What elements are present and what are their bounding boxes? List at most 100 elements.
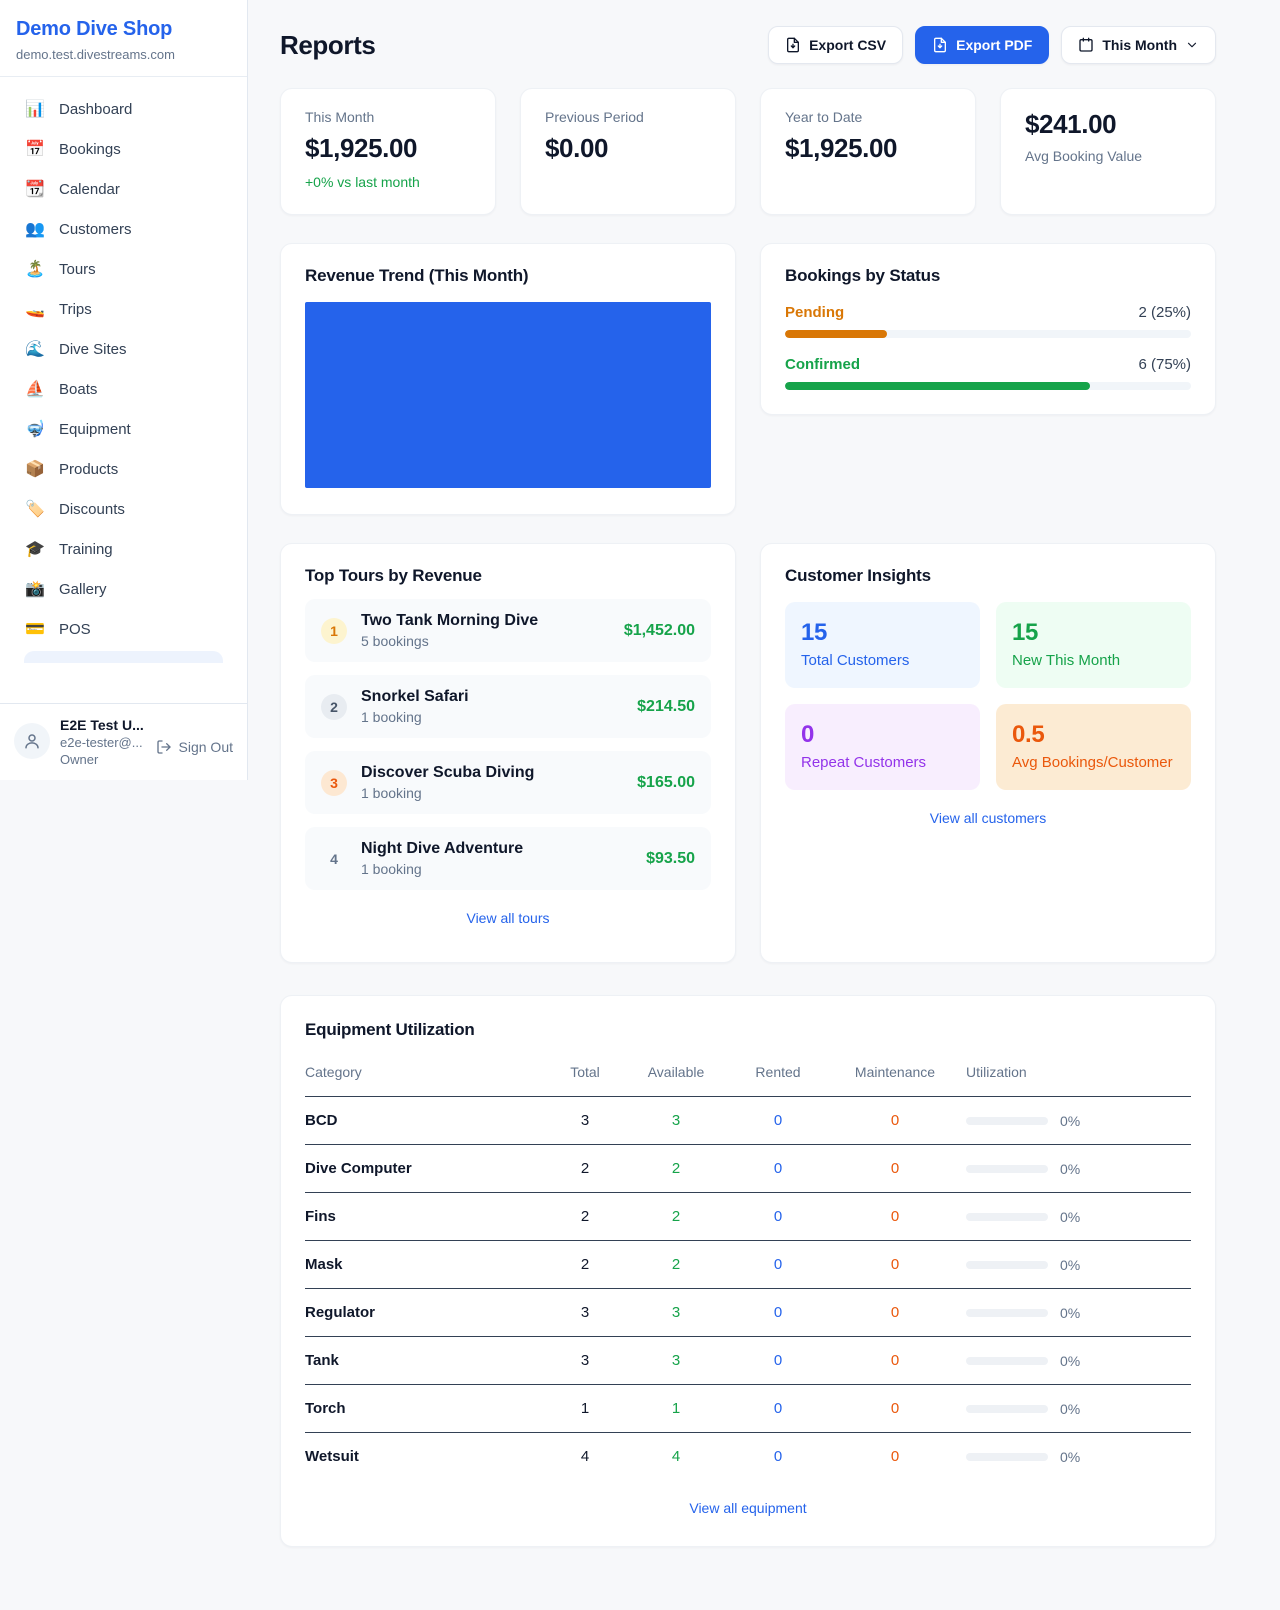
person-icon — [23, 732, 41, 750]
total-cell: 2 — [550, 1241, 620, 1289]
stat-card-this-month: This Month $1,925.00 +0% vs last month — [280, 88, 496, 215]
file-download-icon — [932, 37, 948, 53]
table-row: Regulator 3 3 0 0 0% — [305, 1289, 1191, 1337]
utilization-cell: 0% — [966, 1385, 1191, 1433]
view-all-customers-link[interactable]: View all customers — [785, 810, 1191, 826]
utilization-cell: 0% — [966, 1097, 1191, 1145]
tour-amount: $165.00 — [637, 774, 695, 792]
sidebar-item-equipment[interactable]: 🤿 Equipment — [12, 411, 235, 448]
sidebar-item-label: Bookings — [59, 141, 121, 158]
status-count: 6 (75%) — [1138, 356, 1191, 373]
sidebar-item-dashboard[interactable]: 📊 Dashboard — [12, 91, 235, 128]
lists-row: Top Tours by Revenue 1 Two Tank Morning … — [280, 543, 1216, 963]
users-icon: 👥 — [24, 222, 46, 238]
status-count: 2 (25%) — [1138, 304, 1191, 321]
user-name: E2E Test U... — [60, 717, 146, 733]
top-tours-card: Top Tours by Revenue 1 Two Tank Morning … — [280, 543, 736, 963]
sidebar-item-training[interactable]: 🎓 Training — [12, 531, 235, 568]
column-header: Rented — [732, 1054, 824, 1097]
insight-label: Avg Bookings/Customer — [1012, 754, 1175, 771]
available-cell: 2 — [620, 1145, 732, 1193]
stat-label: This Month — [305, 109, 471, 125]
table-header-row: Category Total Available Rented Maintena… — [305, 1054, 1191, 1097]
tour-amount: $1,452.00 — [624, 622, 695, 640]
charts-row: Revenue Trend (This Month) Bookings by S… — [280, 243, 1216, 515]
insight-tile-new-this-month: 15 New This Month — [996, 602, 1191, 688]
equipment-utilization-card: Equipment Utilization Category Total Ava… — [280, 995, 1216, 1547]
tour-bookings: 1 booking — [361, 785, 534, 801]
insight-label: New This Month — [1012, 652, 1175, 669]
graduation-cap-icon: 🎓 — [24, 542, 46, 558]
available-cell: 3 — [620, 1097, 732, 1145]
sidebar-item-calendar[interactable]: 📆 Calendar — [12, 171, 235, 208]
export-csv-label: Export CSV — [809, 37, 886, 53]
available-cell: 3 — [620, 1337, 732, 1385]
utilization-text: 0% — [1060, 1161, 1080, 1177]
utilization-cell: 0% — [966, 1193, 1191, 1241]
column-header: Available — [620, 1054, 732, 1097]
sidebar-item-active-partial[interactable] — [24, 651, 223, 663]
rented-cell: 0 — [732, 1337, 824, 1385]
sidebar-item-customers[interactable]: 👥 Customers — [12, 211, 235, 248]
export-csv-button[interactable]: Export CSV — [768, 26, 903, 64]
stat-label: Previous Period — [545, 109, 711, 125]
insight-tile-avg-bookings: 0.5 Avg Bookings/Customer — [996, 704, 1191, 790]
progress-track — [785, 382, 1191, 390]
utilization-bar — [966, 1453, 1048, 1461]
sidebar-item-products[interactable]: 📦 Products — [12, 451, 235, 488]
view-all-tours-link[interactable]: View all tours — [305, 910, 711, 926]
user-email: e2e-tester@... — [60, 735, 146, 750]
table-row: Tank 3 3 0 0 0% — [305, 1337, 1191, 1385]
calendar-date-icon: 📅 — [24, 142, 46, 158]
sidebar-item-dive-sites[interactable]: 🌊 Dive Sites — [12, 331, 235, 368]
insight-value: 0 — [801, 721, 964, 749]
bookings-by-status-title: Bookings by Status — [785, 266, 1191, 286]
sidebar-item-label: Tours — [59, 261, 96, 278]
utilization-bar — [966, 1165, 1048, 1173]
maintenance-cell: 0 — [824, 1433, 966, 1481]
sidebar-item-discounts[interactable]: 🏷️ Discounts — [12, 491, 235, 528]
tour-name: Night Dive Adventure — [361, 840, 523, 858]
maintenance-cell: 0 — [824, 1337, 966, 1385]
progress-track — [785, 330, 1191, 338]
rented-cell: 0 — [732, 1145, 824, 1193]
tour-row: 3 Discover Scuba Diving 1 booking $165.0… — [305, 751, 711, 814]
period-dropdown[interactable]: This Month — [1061, 26, 1216, 64]
sidebar-item-label: Discounts — [59, 501, 125, 518]
user-meta: E2E Test U... e2e-tester@... Owner — [60, 717, 146, 767]
status-row-confirmed: Confirmed 6 (75%) — [785, 356, 1191, 390]
sidebar-item-pos[interactable]: 💳 POS — [12, 611, 235, 648]
utilization-bar — [966, 1357, 1048, 1365]
page-title: Reports — [280, 30, 375, 61]
utilization-cell: 0% — [966, 1241, 1191, 1289]
sidebar-item-tours[interactable]: 🏝️ Tours — [12, 251, 235, 288]
sidebar-item-bookings[interactable]: 📅 Bookings — [12, 131, 235, 168]
sidebar-item-trips[interactable]: 🚤 Trips — [12, 291, 235, 328]
utilization-cell: 0% — [966, 1145, 1191, 1193]
stat-value: $1,925.00 — [785, 133, 951, 164]
stat-value: $241.00 — [1025, 109, 1191, 140]
view-all-equipment-link[interactable]: View all equipment — [305, 1500, 1191, 1516]
user-section: E2E Test U... e2e-tester@... Owner Sign … — [0, 703, 247, 780]
total-cell: 1 — [550, 1385, 620, 1433]
tour-row: 4 Night Dive Adventure 1 booking $93.50 — [305, 827, 711, 890]
revenue-trend-card: Revenue Trend (This Month) — [280, 243, 736, 515]
rented-cell: 0 — [732, 1241, 824, 1289]
utilization-bar — [966, 1261, 1048, 1269]
sign-out-icon — [156, 739, 172, 755]
sidebar-item-boats[interactable]: ⛵ Boats — [12, 371, 235, 408]
category-cell: Mask — [305, 1241, 550, 1289]
export-pdf-button[interactable]: Export PDF — [915, 26, 1049, 64]
insight-label: Total Customers — [801, 652, 964, 669]
page-header: Reports Export CSV Export PDF This Month — [280, 26, 1216, 64]
category-cell: Dive Computer — [305, 1145, 550, 1193]
available-cell: 3 — [620, 1289, 732, 1337]
maintenance-cell: 0 — [824, 1241, 966, 1289]
progress-fill — [785, 330, 887, 338]
tour-name: Snorkel Safari — [361, 688, 469, 706]
rented-cell: 0 — [732, 1097, 824, 1145]
progress-fill — [785, 382, 1090, 390]
sign-out-button[interactable]: Sign Out — [156, 739, 233, 755]
rank-badge: 2 — [321, 694, 347, 720]
sidebar-item-gallery[interactable]: 📸 Gallery — [12, 571, 235, 608]
